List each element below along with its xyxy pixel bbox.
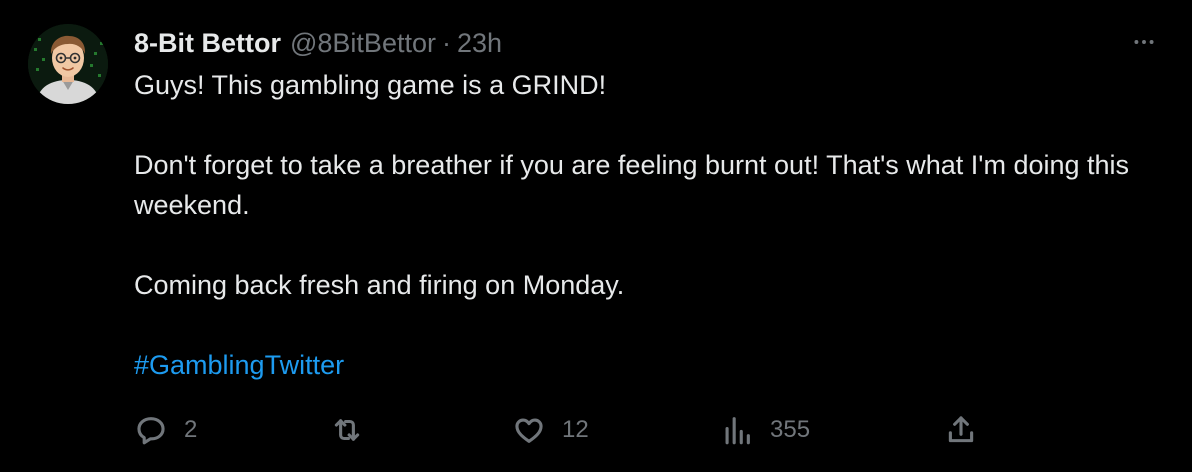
author-handle[interactable]: @8BitBettor xyxy=(290,28,436,59)
tweet-body: Guys! This gambling game is a GRIND! Don… xyxy=(134,65,1154,385)
tweet-text-line: Coming back fresh and firing on Monday. xyxy=(134,270,625,300)
reply-bubble-icon xyxy=(137,417,165,445)
bar-chart-icon xyxy=(725,417,750,445)
avatar-image xyxy=(28,24,108,104)
like-count: 12 xyxy=(562,416,589,443)
retweet-button[interactable] xyxy=(330,410,380,450)
hashtag-link[interactable]: #GamblingTwitter xyxy=(134,350,344,380)
avatar[interactable] xyxy=(28,24,108,104)
reply-button[interactable]: 2 xyxy=(134,410,197,450)
tweet-text-line: Don't forget to take a breather if you a… xyxy=(134,150,1130,220)
tweet-actions: 2 12 355 xyxy=(134,410,994,450)
retweet-icon xyxy=(334,419,360,441)
heart-icon xyxy=(515,418,543,443)
tweet[interactable]: 8-Bit Bettor @8BitBettor · 23h Guys! Thi… xyxy=(0,0,1192,472)
like-button[interactable]: 12 xyxy=(512,410,589,450)
tweet-header: 8-Bit Bettor @8BitBettor · 23h xyxy=(134,25,502,61)
tweet-text-line: Guys! This gambling game is a GRIND! xyxy=(134,70,607,100)
reply-count: 2 xyxy=(184,416,198,443)
header-separator: · xyxy=(441,27,451,58)
views-button[interactable]: 355 xyxy=(720,410,810,450)
share-upload-icon xyxy=(948,416,974,443)
more-options-button[interactable] xyxy=(1130,28,1158,56)
tweet-timestamp[interactable]: 23h xyxy=(457,28,502,59)
share-button[interactable] xyxy=(944,410,978,450)
author-display-name[interactable]: 8-Bit Bettor xyxy=(134,28,281,59)
ellipsis-icon xyxy=(1134,40,1154,44)
views-count: 355 xyxy=(770,416,811,443)
